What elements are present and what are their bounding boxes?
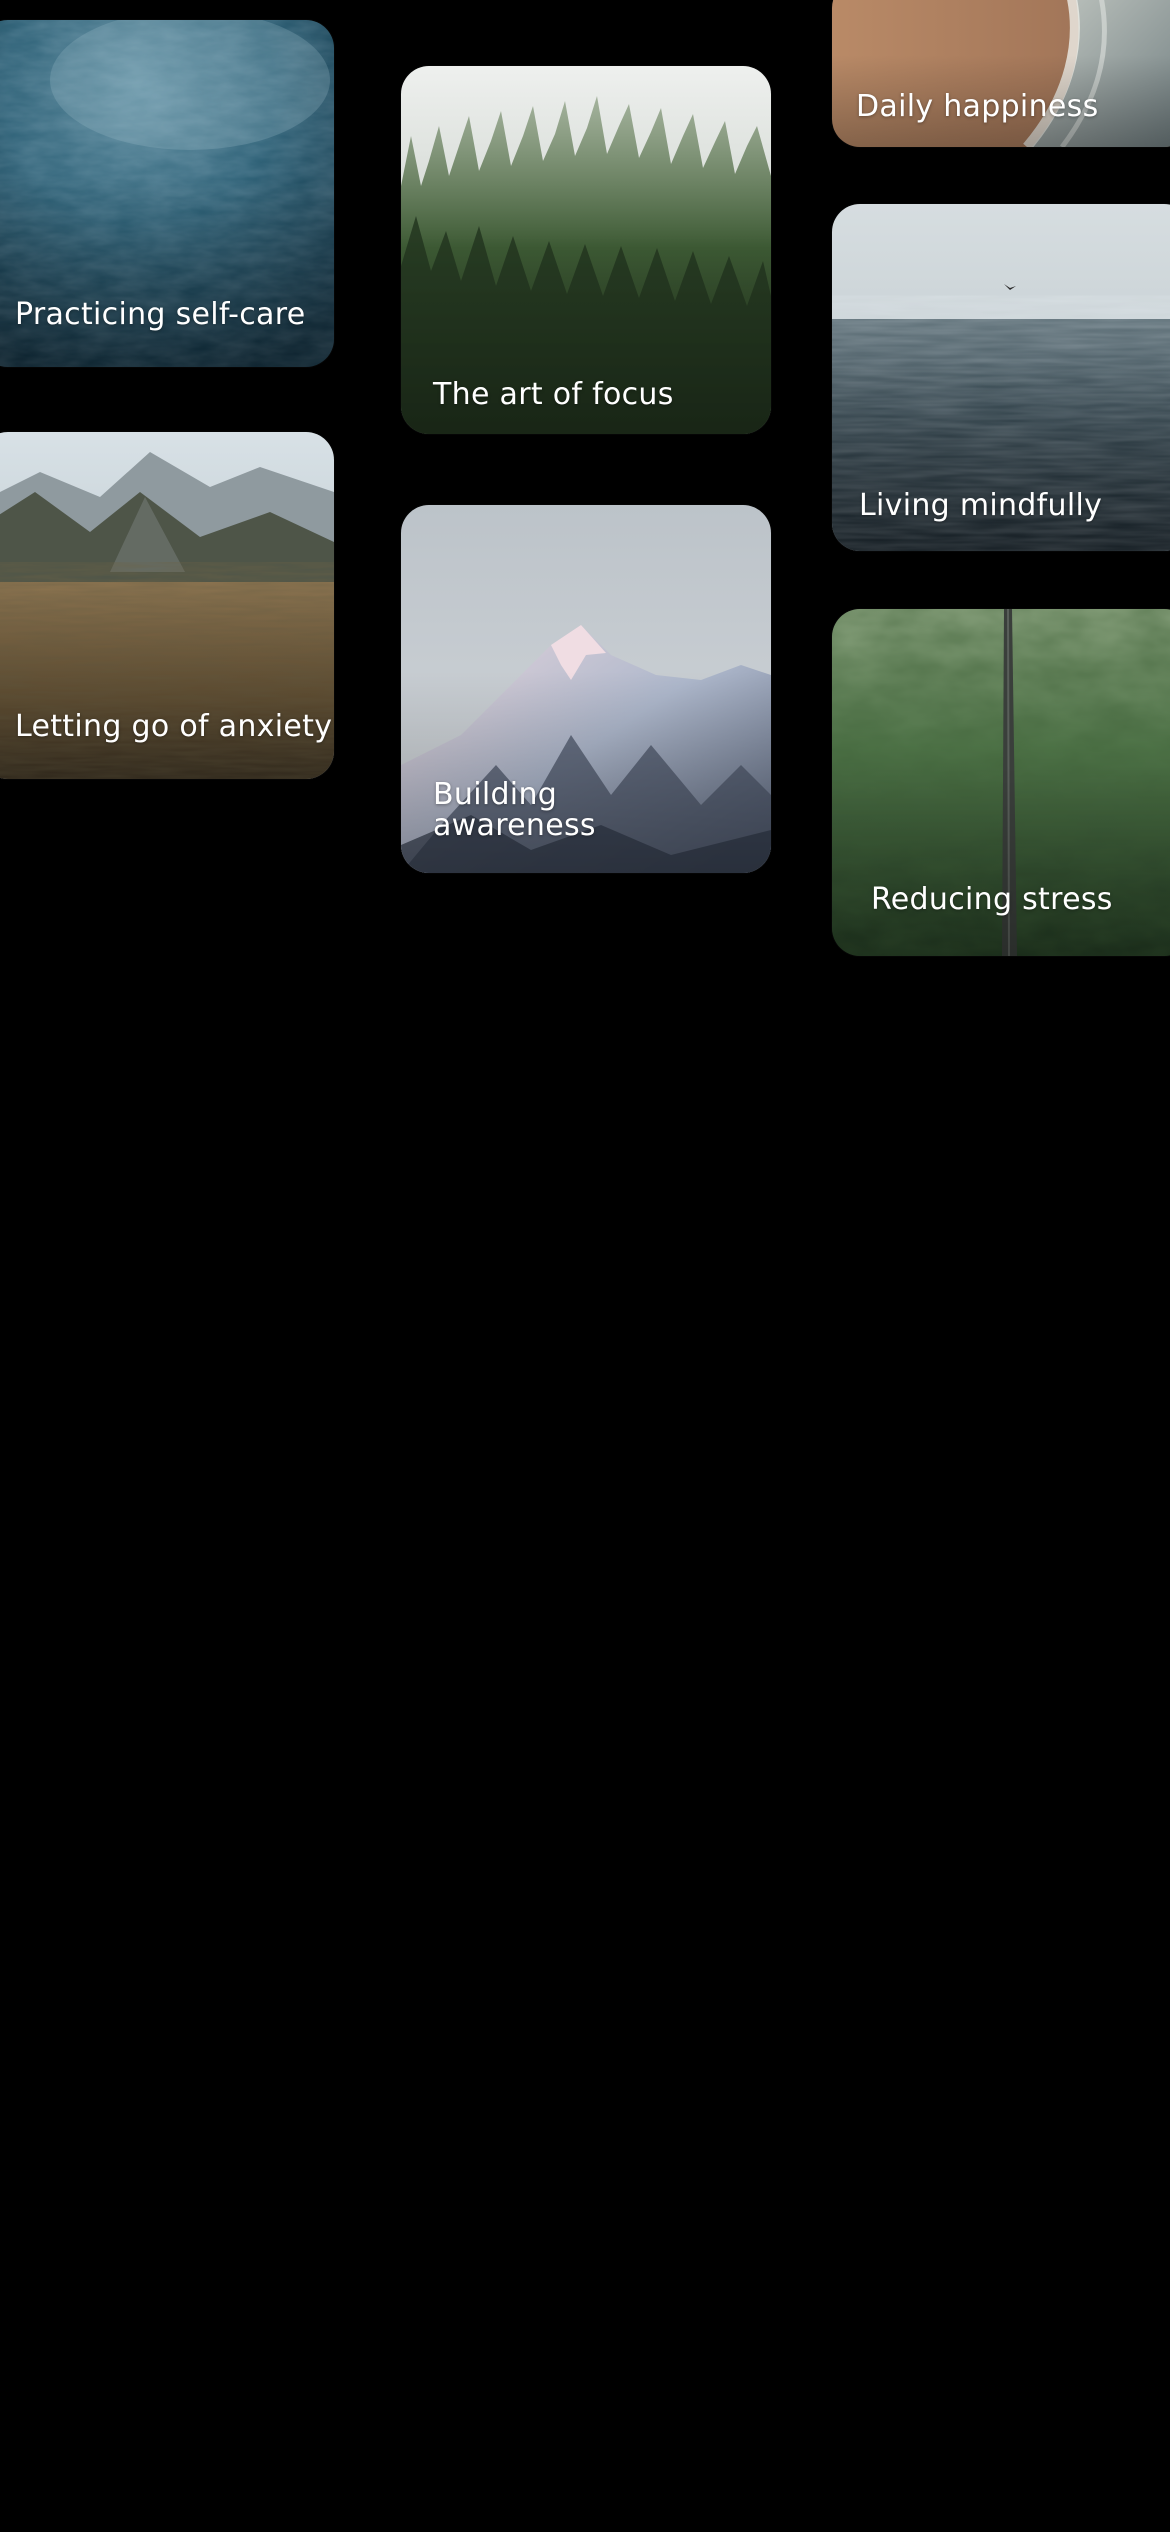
card-living-mindfully[interactable]: Living mindfully xyxy=(832,204,1170,551)
card-the-art-of-focus[interactable]: The art of focus xyxy=(401,66,771,434)
card-title: Letting go of anxiety xyxy=(15,709,333,744)
card-title: Reducing stress xyxy=(871,882,1113,917)
card-building-awareness[interactable]: Building awareness xyxy=(401,505,771,873)
card-reducing-stress[interactable]: Reducing stress xyxy=(832,609,1170,956)
card-title: Building awareness xyxy=(433,777,596,843)
card-daily-happiness[interactable]: Daily happiness xyxy=(832,0,1170,147)
card-title: Practicing self-care xyxy=(15,297,306,332)
card-letting-go-of-anxiety[interactable]: Letting go of anxiety xyxy=(0,432,334,779)
card-title: Living mindfully xyxy=(859,488,1103,523)
card-title: The art of focus xyxy=(433,377,674,412)
card-title: Daily happiness xyxy=(856,89,1099,124)
beach-shore-image xyxy=(832,0,1170,147)
card-practicing-self-care[interactable]: Practicing self-care xyxy=(0,20,334,367)
